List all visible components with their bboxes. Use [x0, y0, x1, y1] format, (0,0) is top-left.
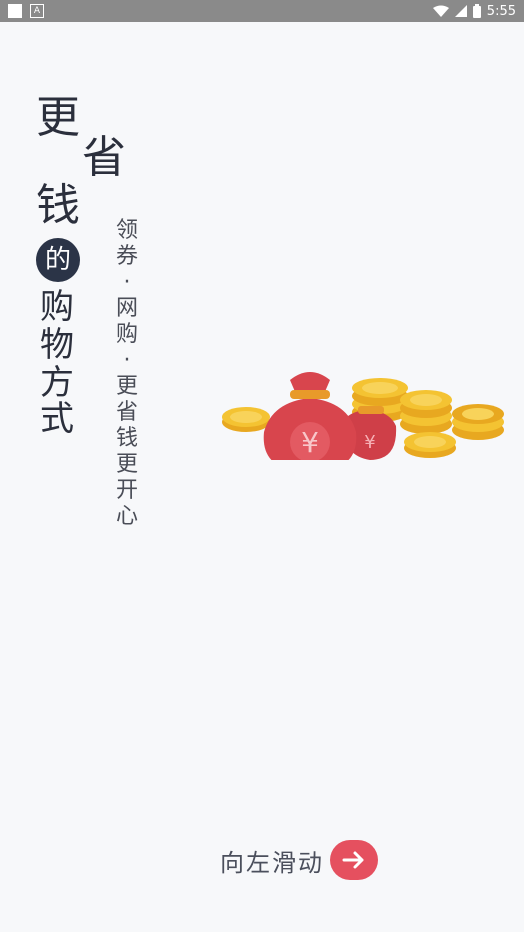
money-bags-and-coins-icon: ¥ ¥ [220, 360, 510, 472]
app-square-icon [8, 4, 22, 18]
font-a-icon: A [30, 4, 44, 18]
status-right-icons: 5:55 [432, 2, 516, 20]
headline-char-8: 式 [40, 399, 74, 439]
wifi-icon [432, 5, 449, 17]
welcome-screen[interactable]: 更 省 钱 的 购 物 方 式 领券 · 网购 · 更省钱更开心 ¥ ¥ 向左滑… [0, 22, 524, 932]
headline-char-7: 方 [40, 363, 74, 403]
arrow-right-icon [341, 850, 367, 870]
swipe-label: 向左滑动 [220, 848, 324, 877]
headline-char-3: 钱 [36, 180, 80, 231]
status-left-icons: A [8, 4, 44, 18]
status-bar: A 5:55 [0, 0, 524, 22]
svg-text:¥: ¥ [301, 426, 319, 459]
battery-icon [472, 4, 481, 18]
headline-char-6: 物 [40, 325, 74, 365]
headline-char-1: 更 [36, 92, 80, 143]
headline-char-2: 省 [82, 132, 126, 183]
svg-text:¥: ¥ [364, 432, 375, 453]
swipe-left-hint[interactable]: 向左滑动 [220, 840, 378, 880]
cell-signal-icon [454, 5, 467, 17]
status-time: 5:55 [486, 3, 516, 19]
headline-char-5: 购 [40, 287, 74, 327]
next-arrow-button[interactable] [330, 840, 378, 880]
tagline-vertical: 领券 · 网购 · 更省钱更开心 [115, 218, 138, 529]
headline-char-4-badge: 的 [36, 238, 80, 282]
